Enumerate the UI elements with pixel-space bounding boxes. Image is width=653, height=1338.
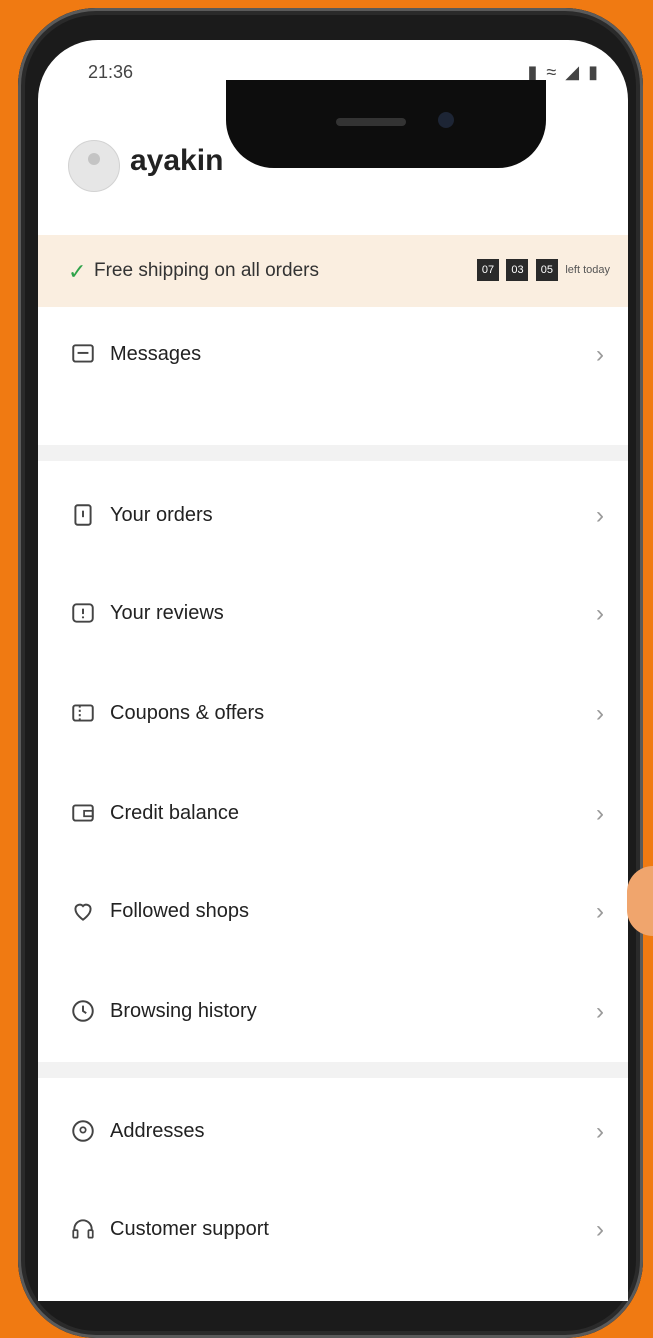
menu-label-credit: Credit balance <box>110 802 239 824</box>
menu-item-browsing-history[interactable]: Browsing history › <box>38 970 628 1052</box>
countdown-timer: 07 03 05 left today <box>477 259 610 283</box>
orders-icon <box>74 504 92 526</box>
chevron-right-icon: › <box>596 800 604 827</box>
headset-icon <box>72 1219 94 1239</box>
location-icon <box>72 1120 94 1142</box>
chevron-right-icon: › <box>596 600 604 627</box>
avatar-silhouette <box>88 153 100 165</box>
menu-label-support: Customer support <box>110 1218 269 1240</box>
menu-item-credit[interactable]: Credit balance › <box>38 772 628 854</box>
menu-item-coupons[interactable]: Coupons & offers › <box>38 672 628 754</box>
menu-label-addresses: Addresses <box>110 1120 205 1142</box>
chevron-right-icon: › <box>596 502 604 529</box>
menu-item-reviews[interactable]: Your reviews › <box>38 572 628 654</box>
menu-item-orders[interactable]: Your orders › <box>38 474 628 556</box>
coupon-icon <box>72 704 94 722</box>
menu-label-followed: Followed shops <box>110 900 249 922</box>
menu-label-reviews: Your reviews <box>110 602 224 624</box>
chevron-right-icon: › <box>596 1118 604 1145</box>
menu-label-coupons: Coupons & offers <box>110 702 265 724</box>
menu-item-addresses[interactable]: Addresses › <box>38 1090 628 1172</box>
front-camera <box>438 112 454 128</box>
menu-label-history: Browsing history <box>110 1000 257 1022</box>
speaker <box>336 118 406 126</box>
menu-item-customer-support[interactable]: Customer support › <box>38 1188 628 1270</box>
clock-icon <box>72 1000 94 1022</box>
chevron-right-icon: › <box>596 1216 604 1243</box>
message-icon <box>72 344 94 363</box>
menu-item-messages[interactable]: Messages › <box>38 313 628 395</box>
reviews-icon <box>72 603 94 623</box>
timer-seconds: 05 <box>535 259 558 281</box>
heart-icon <box>74 903 92 921</box>
avatar[interactable] <box>68 140 120 192</box>
timer-suffix: left today <box>565 264 610 276</box>
section-divider <box>38 1062 628 1078</box>
menu-label-orders: Your orders <box>110 504 213 526</box>
check-icon: ✓ <box>68 259 87 284</box>
chevron-right-icon: › <box>596 898 604 925</box>
chevron-right-icon: › <box>596 341 604 368</box>
free-shipping-banner[interactable]: ✓ Free shipping on all orders 07 03 05 l… <box>38 235 628 307</box>
section-divider <box>38 445 628 461</box>
banner-text: Free shipping on all orders <box>94 260 319 281</box>
menu-item-followed-shops[interactable]: Followed shops › <box>38 870 628 952</box>
timer-hours: 07 <box>477 259 499 281</box>
menu-label-messages: Messages <box>110 343 202 365</box>
camera-notch <box>226 80 546 168</box>
chevron-right-icon: › <box>596 998 604 1025</box>
wallet-icon <box>72 804 94 822</box>
username: ayakin <box>130 144 224 177</box>
timer-minutes: 03 <box>506 259 529 281</box>
chevron-right-icon: › <box>596 700 604 727</box>
